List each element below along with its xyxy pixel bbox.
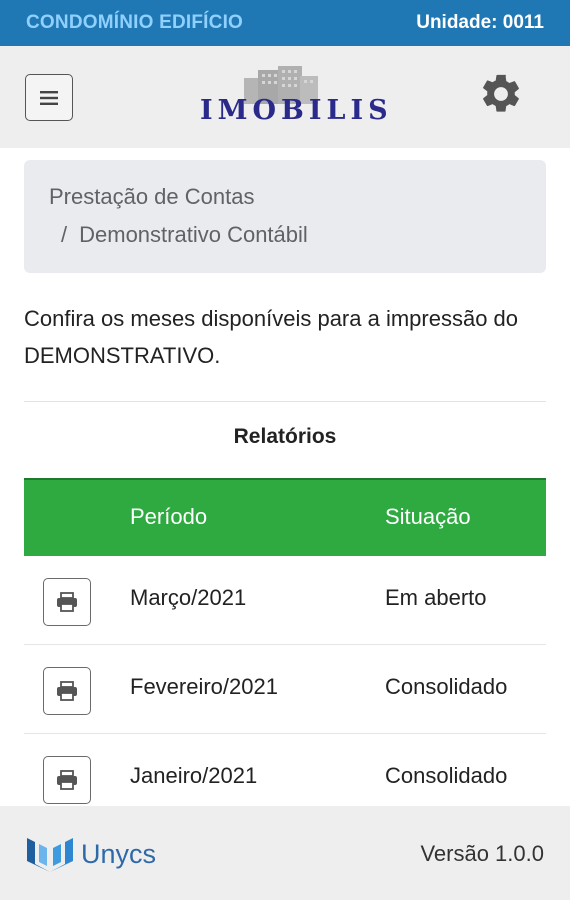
table-row: Fevereiro/2021 Consolidado (24, 645, 546, 734)
breadcrumb-current-wrap: / Demonstrativo Contábil (49, 222, 521, 248)
app-version: Versão 1.0.0 (420, 841, 544, 866)
printer-icon (57, 770, 77, 790)
unit-label: Unidade: 0011 (416, 12, 544, 33)
table-row: Março/2021 Em aberto (24, 556, 546, 645)
reports-title: Relatórios (233, 425, 337, 448)
row-period: Janeiro/2021 (130, 763, 258, 788)
row-period: Março/2021 (130, 585, 247, 610)
breadcrumb-parent[interactable]: Prestação de Contas (49, 184, 521, 210)
gear-icon[interactable] (478, 71, 524, 117)
menu-icon (40, 90, 58, 105)
table-header: Período Situação (24, 478, 546, 556)
printer-icon (57, 592, 77, 612)
menu-button[interactable] (25, 74, 73, 121)
breadcrumb-separator: / (61, 222, 68, 247)
breadcrumb-current: Demonstrativo Contábil (79, 222, 308, 247)
row-status: Consolidado (385, 763, 508, 788)
row-status: Em aberto (385, 585, 487, 610)
divider (24, 401, 546, 402)
app-header: IMOBILIS (0, 46, 570, 148)
print-button[interactable] (43, 667, 91, 715)
print-button[interactable] (43, 578, 91, 626)
column-header-period: Período (130, 504, 208, 529)
printer-icon (57, 681, 77, 701)
imobilis-logo: IMOBILIS (200, 64, 393, 134)
reports-table: Período Situação Março/2021 Em aberto Fe… (24, 478, 546, 823)
column-header-status: Situação (385, 504, 471, 529)
unycs-brand: Unycs (25, 834, 156, 874)
print-button[interactable] (43, 756, 91, 804)
logo-text: IMOBILIS (200, 95, 393, 126)
breadcrumb: Prestação de Contas / Demonstrativo Contá… (24, 160, 546, 273)
condominium-name: CONDOMÍNIO EDIFÍCIO (26, 12, 244, 33)
unycs-logo-icon (27, 838, 73, 872)
intro-text: Confira os meses disponíveis para a impr… (24, 306, 519, 368)
top-bar: CONDOMÍNIO EDIFÍCIO Unidade: 0011 (0, 0, 570, 46)
row-period: Fevereiro/2021 (130, 674, 278, 699)
row-status: Consolidado (385, 674, 508, 699)
brand-name: Unycs (81, 838, 157, 869)
app-footer: Unycs Versão 1.0.0 (0, 806, 570, 900)
